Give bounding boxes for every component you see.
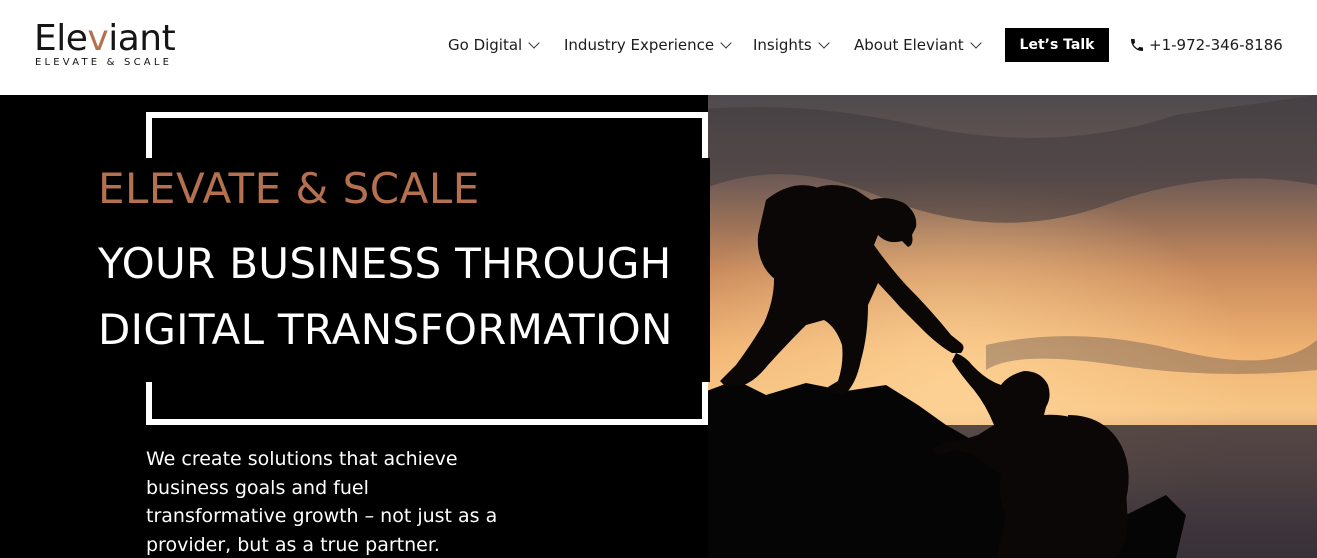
chevron-down-icon xyxy=(528,36,540,49)
phone-number: +1-972-346-8186 xyxy=(1149,36,1283,54)
frame-gap-right xyxy=(694,158,710,382)
headline-line-1: YOUR BUSINESS THROUGH xyxy=(98,239,672,288)
nav-about-eleviant[interactable]: About Eleviant xyxy=(854,34,982,56)
eleviant-logo[interactable]: Eleviant ELEVATE & SCALE xyxy=(34,18,176,69)
site-header: Eleviant ELEVATE & SCALE Go Digital Indu… xyxy=(0,0,1317,95)
phone-icon xyxy=(1131,39,1143,51)
nav-label: Industry Experience xyxy=(564,36,715,54)
lets-talk-button[interactable]: Let’s Talk xyxy=(1005,28,1109,62)
nav-label: Go Digital xyxy=(448,36,523,54)
hero-intro-text: We create solutions that achieve busines… xyxy=(146,448,498,556)
headline-line-2: DIGITAL TRANSFORMATION xyxy=(98,305,673,354)
hero-headline: ELEVATE & SCALE YOUR BUSINESS THROUGH DI… xyxy=(98,165,673,363)
hero-section: ELEVATE & SCALE YOUR BUSINESS THROUGH DI… xyxy=(0,95,1317,558)
chevron-down-icon xyxy=(817,36,830,49)
logo-tagline: ELEVATE & SCALE xyxy=(35,57,173,68)
nav-label: Insights xyxy=(753,36,812,54)
logo-wordmark: Eleviant xyxy=(34,18,176,59)
nav-insights[interactable]: Insights xyxy=(753,34,830,56)
chevron-down-icon xyxy=(969,36,982,49)
hero-photo-climbers xyxy=(656,95,1317,558)
nav-label: About Eleviant xyxy=(854,36,964,54)
headline-accent: ELEVATE & SCALE xyxy=(98,164,480,213)
nav-industry-experience[interactable]: Industry Experience xyxy=(564,34,732,56)
chevron-down-icon xyxy=(720,36,732,49)
nav-go-digital[interactable]: Go Digital xyxy=(448,34,540,56)
phone-link[interactable]: +1-972-346-8186 xyxy=(1129,34,1283,56)
